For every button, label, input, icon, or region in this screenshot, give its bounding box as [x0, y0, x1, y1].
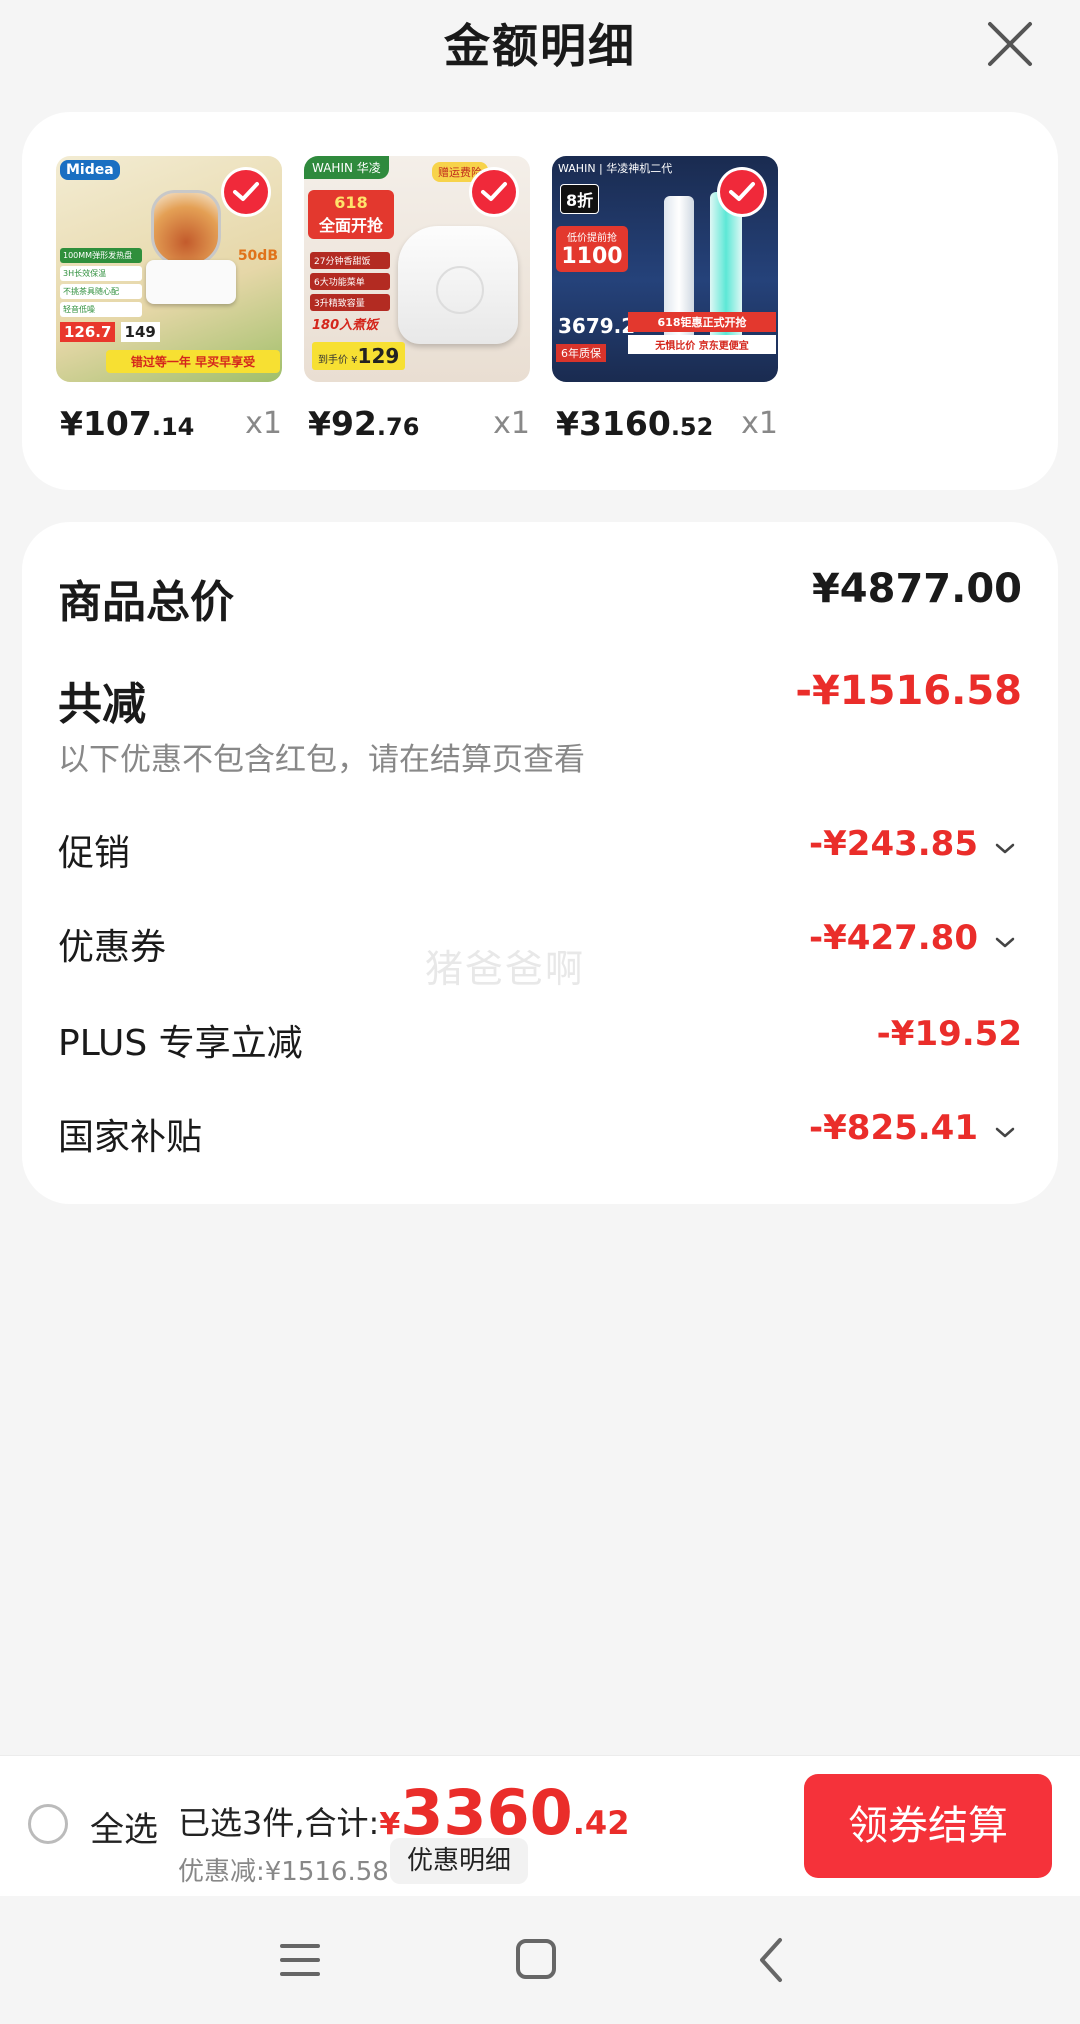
product-photo — [151, 190, 221, 266]
warranty-badge: 6年质保 — [556, 344, 606, 362]
final-price: 到手价 ¥129 — [312, 342, 406, 370]
product-quantity: x1 — [245, 406, 282, 441]
product-price: ¥92.76 — [308, 404, 420, 443]
discount-value: -¥243.85 — [809, 824, 978, 864]
product-quantity: x1 — [493, 406, 530, 441]
checkout-bar: 全选 已选3件,合计:¥3360.42 优惠减:¥1516.58 优惠明细 领券… — [0, 1755, 1080, 1896]
slogan-banner: 错过等一年 早买早享受 — [106, 350, 280, 373]
watermark: 猪爸爸啊 — [425, 947, 586, 991]
promo-block: 低价提前抢 1100 — [556, 226, 628, 272]
select-all-label[interactable]: 全选 — [90, 1802, 158, 1851]
discount-value: -¥825.41 — [809, 1108, 978, 1148]
discount-value: -¥19.52 — [876, 1014, 1022, 1054]
back-icon[interactable] — [742, 1932, 802, 1988]
brand-logo: WAHIN 华凌 — [304, 156, 389, 179]
checkout-button[interactable]: 领券结算 — [804, 1774, 1052, 1878]
feature-tags: 100MM弹形发热盘 3H长效保温 不挑茶具随心配 轻音低噪 — [60, 248, 142, 317]
total-reduction-value: -¥1516.58 — [795, 668, 1022, 714]
page-title: 金额明细 — [444, 19, 636, 73]
close-icon[interactable] — [984, 18, 1036, 70]
total-price-row: 商品总价 ¥4877.00 — [58, 566, 1022, 628]
price-tag: 126.7 149 — [60, 322, 160, 342]
system-nav-bar — [0, 1896, 1080, 2024]
discount-row-promotion[interactable]: 促销 -¥243.85 — [58, 824, 1022, 874]
chevron-down-icon[interactable] — [994, 932, 1016, 954]
discount-label: 优惠券 — [58, 927, 167, 968]
discount-row-subsidy[interactable]: 国家补贴 -¥825.41 — [58, 1108, 1022, 1158]
discount-badge: 8折 — [560, 184, 600, 214]
reduction-note-row: 以下优惠不包含红包，请在结算页查看 — [58, 734, 1022, 778]
product-price: ¥107.14 — [60, 404, 195, 443]
total-price-label: 商品总价 — [58, 577, 234, 628]
brand-logo: Midea — [60, 160, 120, 180]
discount-row-plus: PLUS 专享立减 -¥19.52 — [58, 1014, 1022, 1064]
chevron-down-icon[interactable] — [994, 838, 1016, 860]
menu-icon[interactable] — [270, 1932, 330, 1988]
chevron-down-icon[interactable] — [994, 1122, 1016, 1144]
control-panel — [436, 266, 484, 314]
discount-summary: 优惠减:¥1516.58 — [178, 1857, 389, 1887]
product-list-card: Midea 100MM弹形发热盘 3H长效保温 不挑茶具随心配 轻音低噪 50d… — [22, 112, 1058, 490]
discount-value: -¥427.80 — [809, 918, 978, 958]
product-quantity: x1 — [741, 406, 778, 441]
selected-check-icon[interactable] — [472, 170, 516, 214]
selected-check-icon[interactable] — [720, 170, 764, 214]
noise-badge: 50dB — [237, 248, 278, 264]
discount-detail-button[interactable]: 优惠明细 — [390, 1838, 528, 1884]
brand-logo: WAHIN | 华凌神机二代 — [558, 162, 673, 175]
product-photo — [398, 226, 518, 344]
select-all-radio[interactable] — [28, 1804, 68, 1844]
discount-label: 国家补贴 — [58, 1117, 203, 1158]
final-price: 3679.2 — [558, 314, 636, 338]
promo-banner: 618钜惠正式开抢 无惧比价 京东更便宜 — [628, 312, 776, 354]
feature-tags: 27分钟香甜饭 6大功能菜单 3升精致容量 — [310, 252, 390, 311]
total-reduction-label: 共减 — [58, 679, 146, 730]
reduction-note: 以下优惠不包含红包，请在结算页查看 — [58, 742, 585, 778]
discount-label: PLUS 专享立减 — [58, 1023, 303, 1064]
sheet-header: 金额明细 — [0, 0, 1080, 100]
price-summary-card: 商品总价 ¥4877.00 共减 -¥1516.58 以下优惠不包含红包，请在结… — [22, 522, 1058, 1204]
home-icon[interactable] — [506, 1932, 566, 1988]
discount-label: 促销 — [58, 833, 131, 874]
selected-check-icon[interactable] — [224, 170, 268, 214]
product-photo-base — [146, 260, 236, 304]
product-price: ¥3160.52 — [556, 404, 714, 443]
headline-block: 618 全面开抢 — [308, 190, 394, 239]
tagline: 180入煮饭 — [312, 318, 379, 333]
total-price-value: ¥4877.00 — [811, 566, 1022, 612]
total-reduction-row: 共减 -¥1516.58 — [58, 668, 1022, 730]
